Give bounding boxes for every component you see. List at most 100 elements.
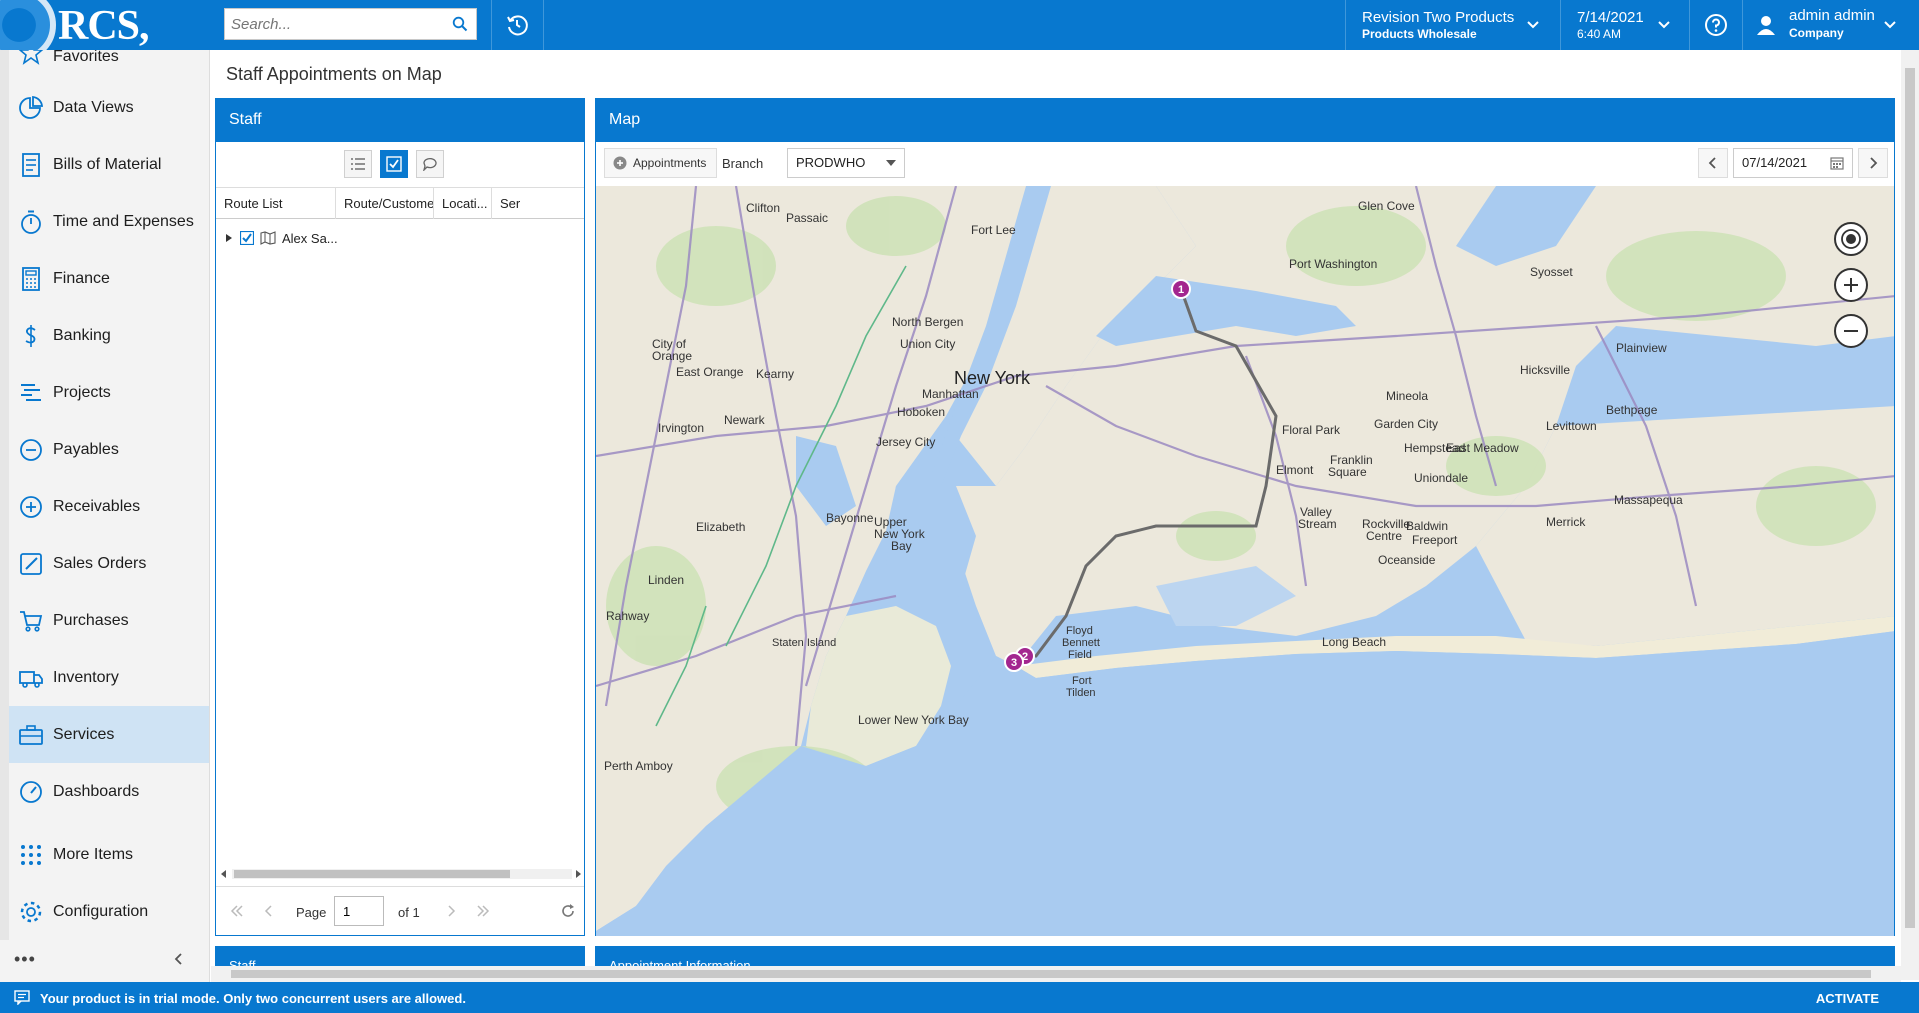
page-title: Staff Appointments on Map bbox=[226, 64, 442, 84]
checkbox-checked-icon[interactable] bbox=[240, 231, 254, 245]
next-page-icon[interactable] bbox=[444, 904, 458, 918]
search-box[interactable] bbox=[224, 8, 477, 40]
chevron-left-icon[interactable] bbox=[172, 952, 186, 966]
sidebar-item-label: Payables bbox=[53, 440, 119, 458]
star-icon bbox=[18, 50, 44, 65]
history-button[interactable] bbox=[492, 0, 542, 50]
column-header-service[interactable]: Ser bbox=[492, 188, 584, 219]
sidebar-item-label: Inventory bbox=[53, 668, 119, 686]
document-icon bbox=[22, 152, 40, 177]
business-date-value: 7/14/2021 bbox=[1577, 9, 1644, 26]
staff-row-label: Alex Sa... bbox=[282, 230, 338, 246]
label-upper-bay-3: Bay bbox=[891, 539, 912, 553]
scrollbar-thumb[interactable] bbox=[234, 870, 510, 878]
select-all-button[interactable] bbox=[380, 150, 408, 178]
sidebar-item-bills-of-material[interactable]: Bills of Material bbox=[9, 136, 209, 193]
sidebar-item-label: Receivables bbox=[53, 497, 141, 515]
calendar-icon[interactable] bbox=[1830, 156, 1844, 170]
plus-circle-icon bbox=[613, 156, 627, 170]
company-switcher[interactable]: Revision Two Products Products Wholesale bbox=[1346, 0, 1560, 50]
appointment-marker-1[interactable]: 1 bbox=[1171, 279, 1191, 299]
sidebar-item-label: Data Views bbox=[53, 98, 134, 116]
branch-select[interactable]: PRODWHO bbox=[787, 148, 905, 178]
company-logo[interactable]: RCS, inc. bbox=[0, 0, 212, 50]
label-freeport: Freeport bbox=[1412, 533, 1458, 547]
sidebar-item-more-items[interactable]: More Items bbox=[9, 826, 209, 883]
column-header-location[interactable]: Locati... bbox=[434, 188, 492, 219]
help-button[interactable] bbox=[1690, 0, 1742, 50]
pie-chart-icon bbox=[19, 95, 43, 119]
map-canvas[interactable]: 1 2 3 New York Upper New York Bay Lower … bbox=[595, 186, 1895, 936]
stopwatch-icon bbox=[21, 210, 41, 234]
scroll-right-icon[interactable] bbox=[574, 870, 582, 878]
sidebar-item-label: Time and Expenses bbox=[53, 212, 194, 230]
sidebar-item-receivables[interactable]: Receivables bbox=[9, 478, 209, 535]
zoom-in-button[interactable] bbox=[1834, 268, 1868, 302]
activate-button[interactable]: ACTIVATE bbox=[1816, 991, 1879, 1006]
scrollbar-thumb[interactable] bbox=[231, 970, 1871, 978]
locate-me-button[interactable] bbox=[1834, 222, 1868, 256]
sidebar-item-purchases[interactable]: Purchases bbox=[9, 592, 209, 649]
column-header-route-customer[interactable]: Route/Customer bbox=[336, 188, 434, 219]
truck-icon bbox=[19, 670, 43, 688]
search-input[interactable] bbox=[225, 9, 440, 39]
user-menu[interactable]: admin admin Company bbox=[1743, 0, 1903, 50]
scroll-left-icon[interactable] bbox=[220, 870, 228, 878]
appointment-marker-3[interactable]: 3 bbox=[1004, 652, 1024, 672]
horizontal-scrollbar[interactable] bbox=[220, 868, 582, 880]
label-fort-tilden-2: Tilden bbox=[1066, 687, 1096, 699]
label-massapequa: Massapequa bbox=[1614, 493, 1683, 507]
staff-panel-header: Staff bbox=[215, 98, 585, 142]
appointments-button[interactable]: Appointments bbox=[604, 148, 718, 178]
first-page-icon[interactable] bbox=[230, 904, 244, 918]
sidebar-more-button[interactable]: ••• bbox=[14, 949, 36, 970]
sidebar-item-inventory[interactable]: Inventory bbox=[9, 649, 209, 706]
next-date-button[interactable] bbox=[1858, 148, 1888, 178]
plus-icon bbox=[1844, 278, 1858, 292]
sidebar-item-projects[interactable]: Projects bbox=[9, 364, 209, 421]
label-plainview: Plainview bbox=[1616, 341, 1667, 355]
trial-mode-banner: Your product is in trial mode. Only two … bbox=[0, 982, 1919, 1013]
sidebar-item-dashboards[interactable]: Dashboards bbox=[9, 763, 209, 820]
sidebar-item-payables[interactable]: Payables bbox=[9, 421, 209, 478]
scrollbar-thumb[interactable] bbox=[1905, 68, 1915, 928]
map-svg[interactable]: 1 2 3 New York Upper New York Bay Lower … bbox=[596, 186, 1895, 936]
page-vertical-scrollbar[interactable] bbox=[1901, 50, 1919, 980]
label-merrick: Merrick bbox=[1546, 515, 1586, 529]
label-union-city: Union City bbox=[900, 337, 955, 351]
search-icon[interactable] bbox=[452, 16, 468, 32]
date-input[interactable]: 07/14/2021 bbox=[1733, 148, 1853, 178]
sidebar-item-services[interactable]: Services bbox=[9, 706, 209, 763]
page-horizontal-scrollbar[interactable] bbox=[211, 966, 1901, 982]
sidebar-item-label: Dashboards bbox=[53, 782, 140, 800]
column-header-route-list[interactable]: Route List bbox=[216, 188, 336, 219]
refresh-icon[interactable] bbox=[560, 903, 576, 919]
sidebar-item-label: Bills of Material bbox=[53, 155, 162, 173]
briefcase-icon bbox=[19, 724, 43, 745]
label-rahway: Rahway bbox=[606, 609, 649, 623]
user-name: admin admin bbox=[1789, 7, 1875, 24]
comments-button[interactable] bbox=[416, 150, 444, 178]
sidebar-item-time-and-expenses[interactable]: Time and Expenses bbox=[9, 193, 209, 250]
tree-row-staff[interactable]: Alex Sa... bbox=[224, 228, 338, 248]
last-page-icon[interactable] bbox=[476, 904, 490, 918]
label-new-york: New York bbox=[954, 368, 1031, 388]
previous-date-button[interactable] bbox=[1698, 148, 1728, 178]
page-number-input[interactable] bbox=[334, 896, 384, 926]
business-date[interactable]: 7/14/2021 6:40 AM bbox=[1561, 0, 1689, 50]
sidebar-item-banking[interactable]: Banking bbox=[9, 307, 209, 364]
sidebar-item-data-views[interactable]: Data Views bbox=[9, 79, 209, 136]
help-icon bbox=[1705, 14, 1727, 36]
minus-circle-icon bbox=[20, 438, 42, 461]
sidebar-item-favorites[interactable]: Favorites bbox=[9, 50, 209, 79]
sidebar-item-sales-orders[interactable]: Sales Orders bbox=[9, 535, 209, 592]
label-city-of-orange-2: Orange bbox=[652, 349, 692, 363]
sidebar-item-configuration[interactable]: Configuration bbox=[9, 883, 209, 940]
zoom-out-button[interactable] bbox=[1834, 314, 1868, 348]
sidebar-item-finance[interactable]: Finance bbox=[9, 250, 209, 307]
previous-page-icon[interactable] bbox=[262, 904, 276, 918]
list-icon bbox=[351, 158, 365, 170]
list-view-button[interactable] bbox=[344, 150, 372, 178]
expand-icon[interactable] bbox=[224, 233, 234, 243]
label-floral-park: Floral Park bbox=[1282, 423, 1341, 437]
